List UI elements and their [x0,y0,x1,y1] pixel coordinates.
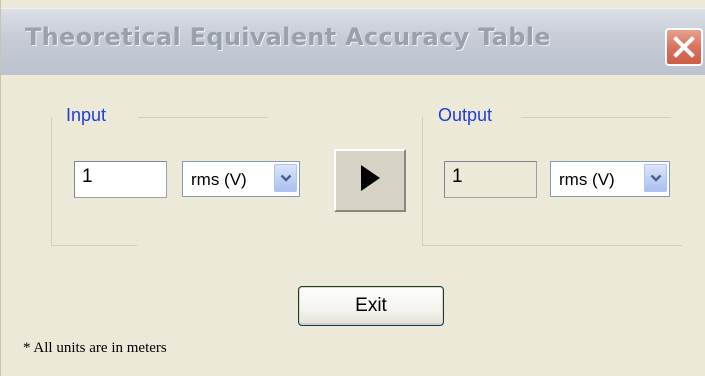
play-arrow-icon [359,164,381,197]
output-value-field: 1 [444,161,537,198]
input-group-bottom-line [51,245,137,246]
output-group-bottom-line [422,245,682,246]
close-icon [672,35,696,59]
input-group-top-line [138,117,268,118]
units-footnote: * All units are in meters [23,340,167,356]
output-unit-value: rms (V) [559,170,615,189]
chevron-down-icon[interactable] [644,164,667,192]
title-bar[interactable]: Theoretical Equivalent Accuracy Table [1,8,705,75]
input-unit-select[interactable]: rms (V) [182,161,300,197]
chevron-down-icon[interactable] [274,164,297,192]
output-group-top-line [521,117,671,118]
input-group-left-line [51,117,52,245]
output-group-label: Output [438,105,493,125]
output-group-left-line [422,117,423,245]
input-group-label: Input [66,105,107,125]
output-unit-select[interactable]: rms (V) [550,161,670,197]
dialog-window: Theoretical Equivalent Accuracy Table In… [0,0,705,376]
input-value-field[interactable]: 1 [74,161,167,198]
exit-button[interactable]: Exit [298,286,444,326]
window-title: Theoretical Equivalent Accuracy Table [25,23,551,51]
input-unit-value: rms (V) [191,170,247,189]
convert-button[interactable] [334,149,406,212]
close-button[interactable] [665,28,703,66]
